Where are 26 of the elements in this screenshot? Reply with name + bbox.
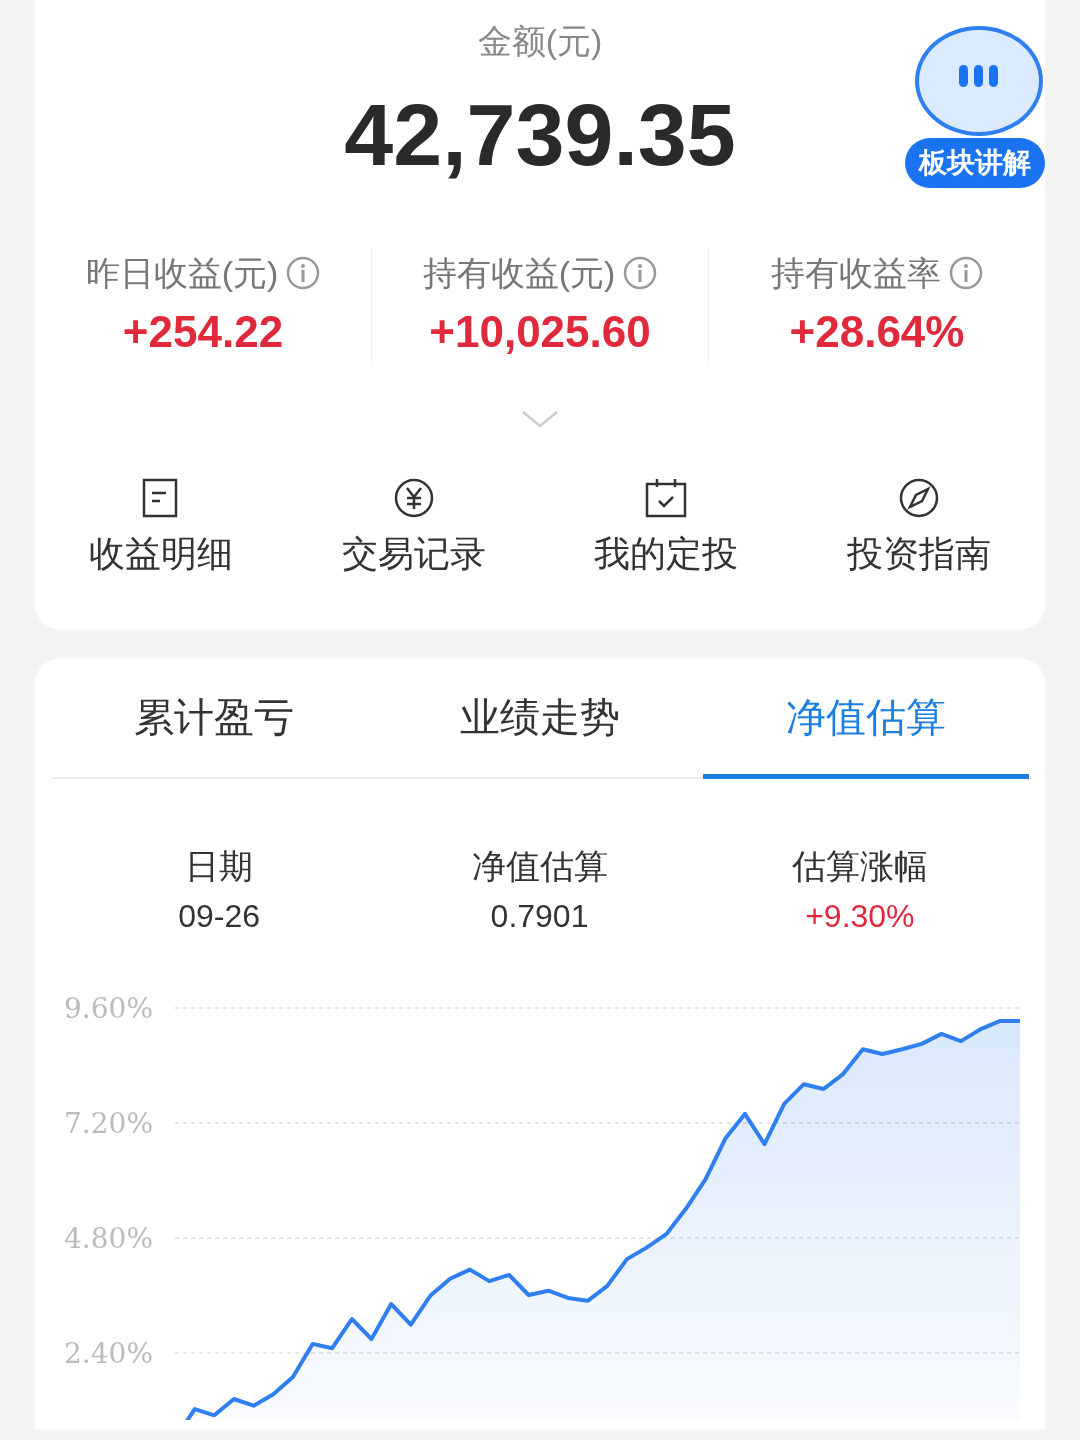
y-axis-label: 9.60% bbox=[64, 991, 153, 1025]
info-value: +9.30% bbox=[805, 896, 915, 936]
shortcut-label[interactable]: 交易记录 bbox=[341, 526, 486, 581]
tab[interactable]: 业绩走势 bbox=[377, 658, 703, 779]
explain-button[interactable]: 板块讲解 bbox=[905, 138, 1045, 188]
tab[interactable]: 累计盈亏 bbox=[51, 658, 377, 779]
shortcut-label[interactable]: 收益明细 bbox=[89, 526, 234, 581]
y-axis-label: 4.80% bbox=[64, 1221, 153, 1255]
y-axis-label: 7.20% bbox=[64, 1106, 153, 1140]
stat-value: +254.22 bbox=[122, 306, 284, 356]
shortcut-label[interactable]: 我的定投 bbox=[594, 526, 739, 581]
y-axis-label: 2.40% bbox=[64, 1336, 153, 1370]
info-value: 09-26 bbox=[178, 896, 261, 936]
stat-label: 昨日收益(元) bbox=[85, 252, 279, 294]
info-label: 日期 bbox=[185, 845, 254, 887]
shortcut-label[interactable]: 投资指南 bbox=[846, 526, 991, 581]
stat-label: 持有收益(元) bbox=[422, 252, 616, 294]
info-label: 净值估算 bbox=[471, 845, 608, 887]
info-label: 估算涨幅 bbox=[791, 845, 928, 887]
stat-label: 持有收益率 bbox=[771, 252, 941, 294]
stat-value: +28.64% bbox=[789, 306, 965, 356]
total-amount: 42,739.35 bbox=[344, 85, 736, 184]
amount-label: 金额(元) bbox=[477, 22, 603, 60]
info-value: 0.7901 bbox=[490, 896, 589, 936]
stat-value: +10,025.60 bbox=[429, 306, 651, 356]
tab[interactable]: 净值估算 bbox=[703, 658, 1029, 779]
